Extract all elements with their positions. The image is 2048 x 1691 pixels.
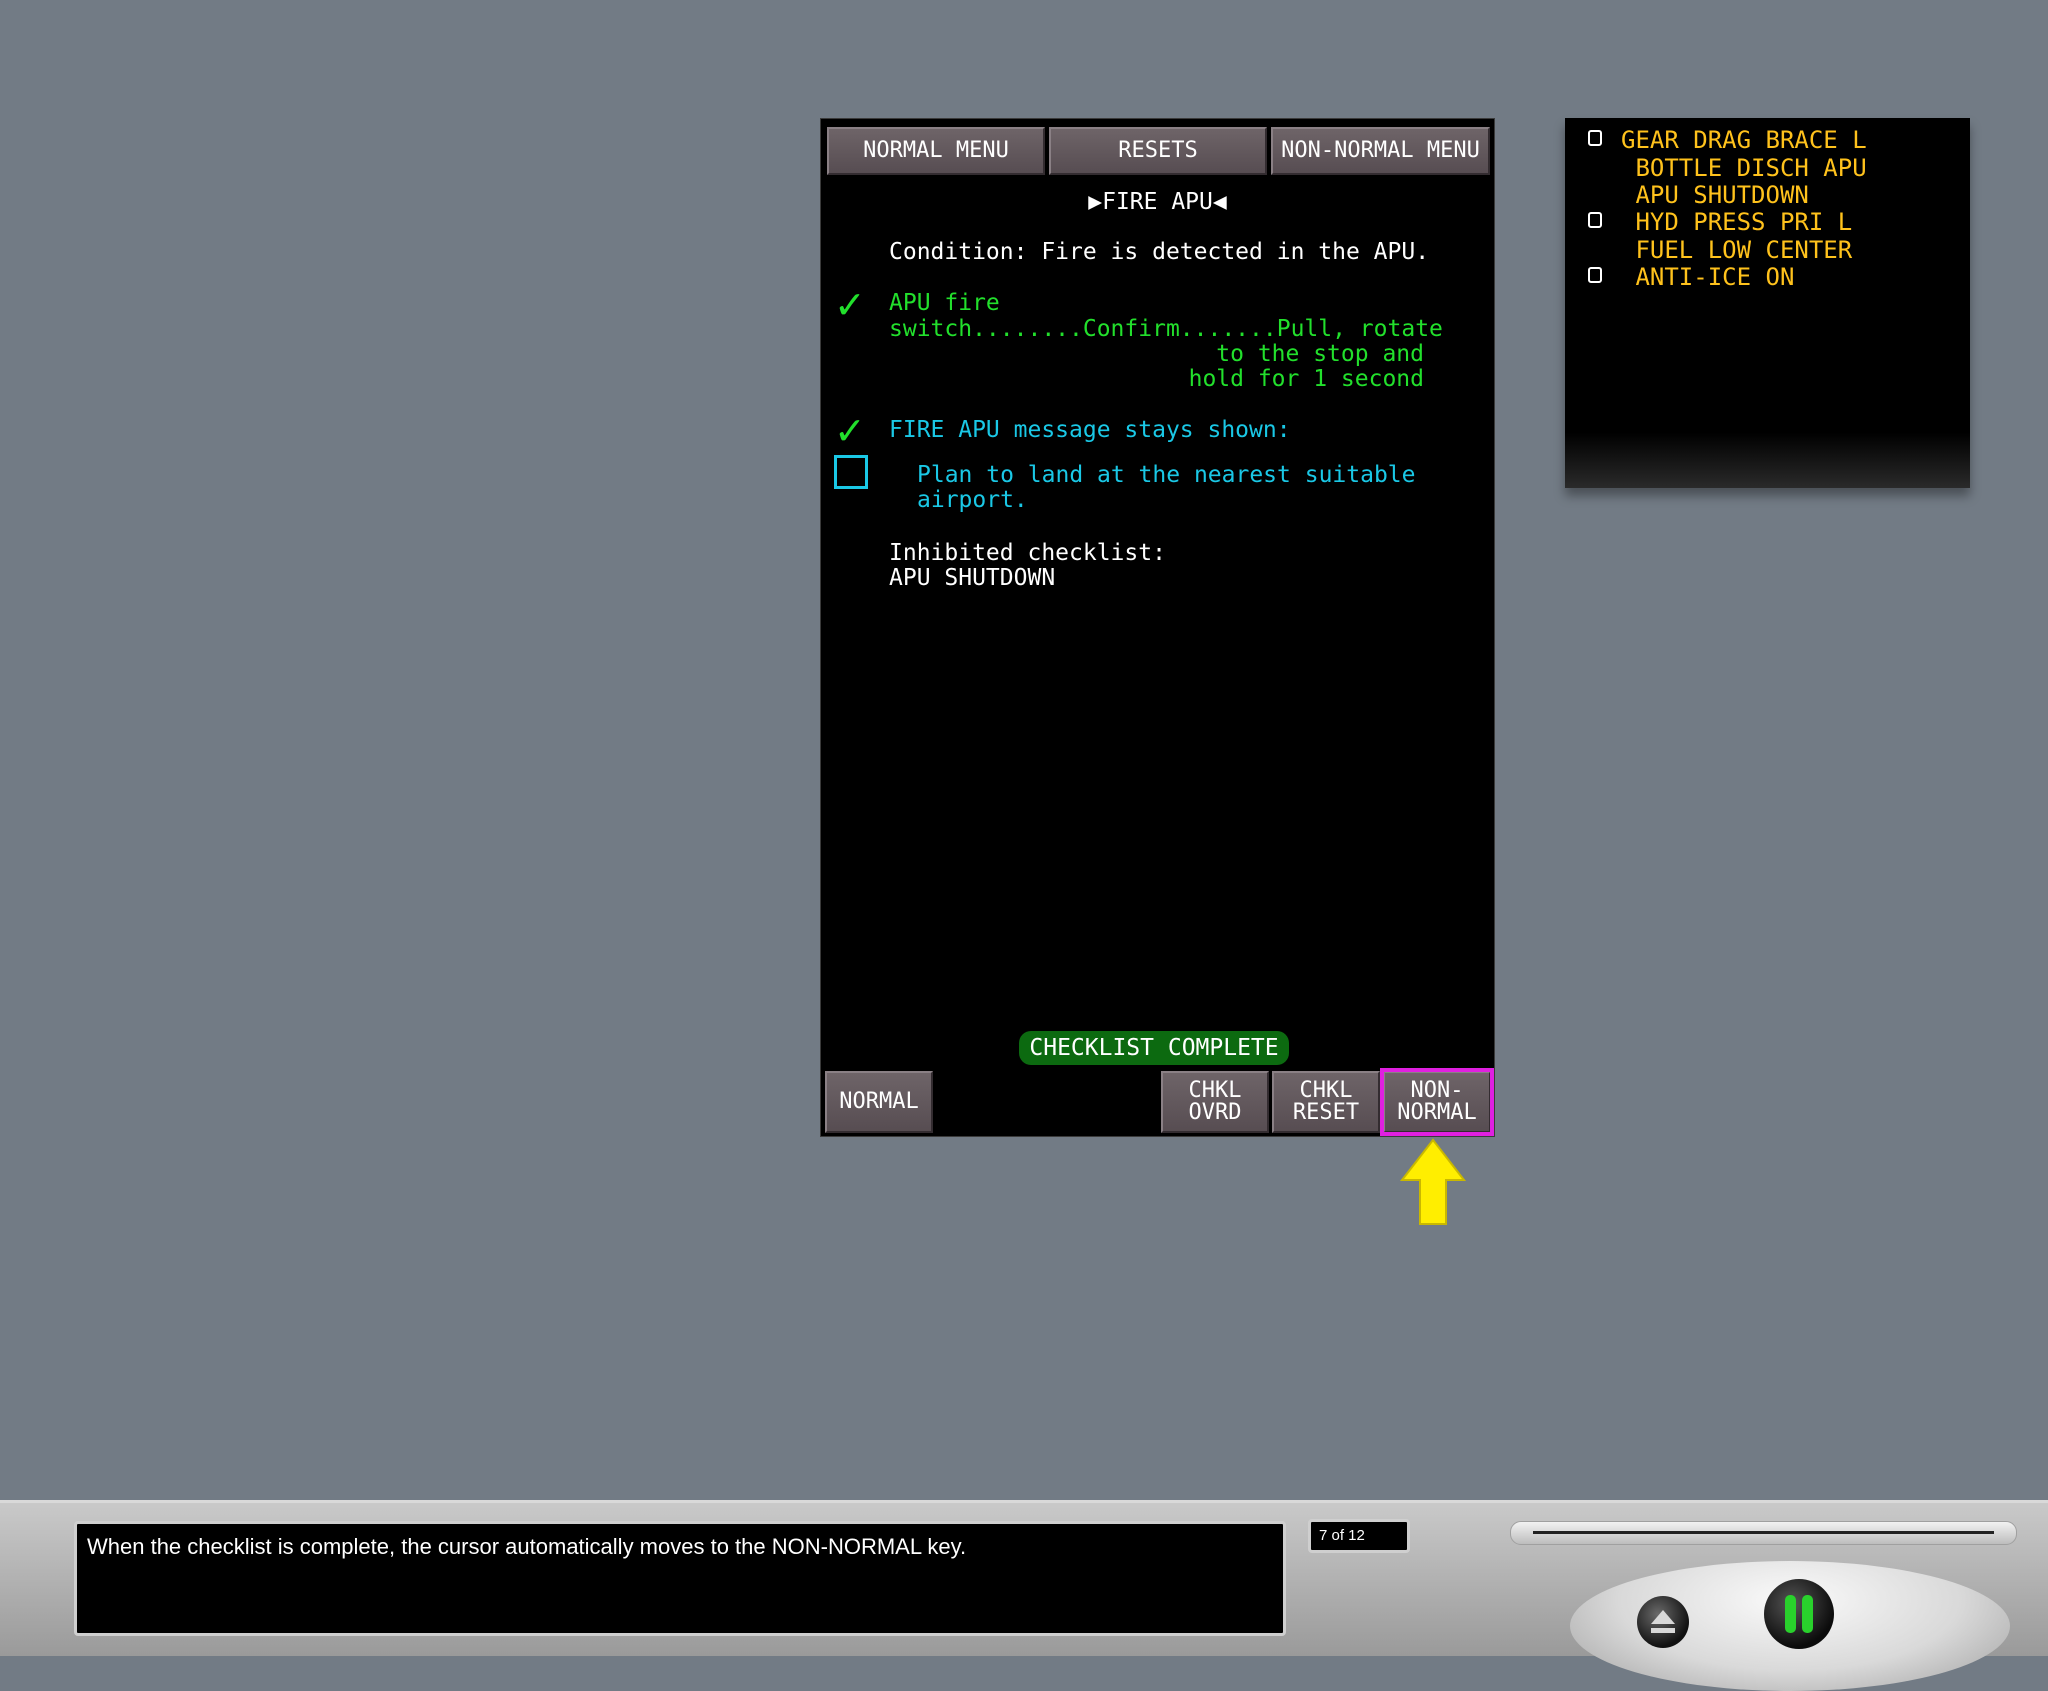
pause-icon xyxy=(1785,1595,1813,1633)
step-apu-fire-switch-line3: to the stop and xyxy=(1216,341,1424,367)
electronic-checklist-display: NORMAL MENU RESETS NON-NORMAL MENU ▶FIRE… xyxy=(820,118,1495,1137)
checklist-title: ▶FIRE APU◀ xyxy=(1088,189,1227,215)
progress-slider[interactable] xyxy=(1510,1521,2017,1545)
non-normal-menu-button[interactable]: NON-NORMAL MENU xyxy=(1271,127,1490,175)
normal-menu-button[interactable]: NORMAL MENU xyxy=(827,127,1045,175)
inhibited-checklist-item: APU SHUTDOWN xyxy=(889,565,1056,591)
step-apu-fire-switch-line1[interactable]: APU fire xyxy=(889,290,1000,316)
progress-track xyxy=(1533,1531,1994,1534)
step-plan-to-land-line1[interactable]: Plan to land at the nearest suitable xyxy=(917,462,1416,488)
pause-button[interactable] xyxy=(1764,1579,1834,1649)
chkl-reset-key[interactable]: CHKL RESET xyxy=(1272,1071,1380,1133)
message-line: FUEL LOW CENTER xyxy=(1621,236,1853,264)
checklist-complete-badge: CHECKLIST COMPLETE xyxy=(1019,1031,1289,1065)
message-checkbox-icon xyxy=(1588,212,1602,228)
step-fire-apu-message[interactable]: FIRE APU message stays shown: xyxy=(889,417,1291,443)
alert-message-panel: GEAR DRAG BRACE L BOTTLE DISCH APU APU S… xyxy=(1565,118,1970,488)
inhibited-checklist-label: Inhibited checklist: xyxy=(889,540,1166,566)
message-line: APU SHUTDOWN xyxy=(1621,181,1809,209)
narration-caption: When the checklist is complete, the curs… xyxy=(74,1521,1286,1636)
empty-checkbox-icon[interactable] xyxy=(834,455,868,489)
checklist-condition: Condition: Fire is detected in the APU. xyxy=(889,239,1430,265)
check-mark-icon: ✓ xyxy=(834,409,866,453)
progress-fill xyxy=(1533,1531,1801,1534)
lesson-player-bar: When the checklist is complete, the curs… xyxy=(0,1500,2048,1691)
eject-icon xyxy=(1651,1610,1675,1633)
chkl-ovrd-key[interactable]: CHKL OVRD xyxy=(1161,1071,1269,1133)
message-line: GEAR DRAG BRACE L xyxy=(1621,126,1867,154)
message-checkbox-icon xyxy=(1588,130,1602,146)
check-mark-icon: ✓ xyxy=(834,283,866,327)
message-line: HYD PRESS PRI L xyxy=(1621,208,1853,236)
step-plan-to-land-line2: airport. xyxy=(917,487,1028,513)
resets-button[interactable]: RESETS xyxy=(1049,127,1267,175)
non-normal-key[interactable]: NON- NORMAL xyxy=(1380,1068,1494,1136)
step-apu-fire-switch-line4: hold for 1 second xyxy=(1188,366,1424,392)
normal-key[interactable]: NORMAL xyxy=(825,1071,933,1133)
eject-button[interactable] xyxy=(1637,1596,1689,1648)
message-checkbox-icon xyxy=(1588,267,1602,283)
arrow-up-icon xyxy=(1399,1138,1467,1225)
step-apu-fire-switch-line2[interactable]: switch........Confirm.......Pull, rotate xyxy=(889,316,1443,342)
message-line: BOTTLE DISCH APU xyxy=(1621,154,1867,182)
page-counter: 7 of 12 xyxy=(1308,1519,1410,1553)
message-line: ANTI-ICE ON xyxy=(1621,263,1795,291)
